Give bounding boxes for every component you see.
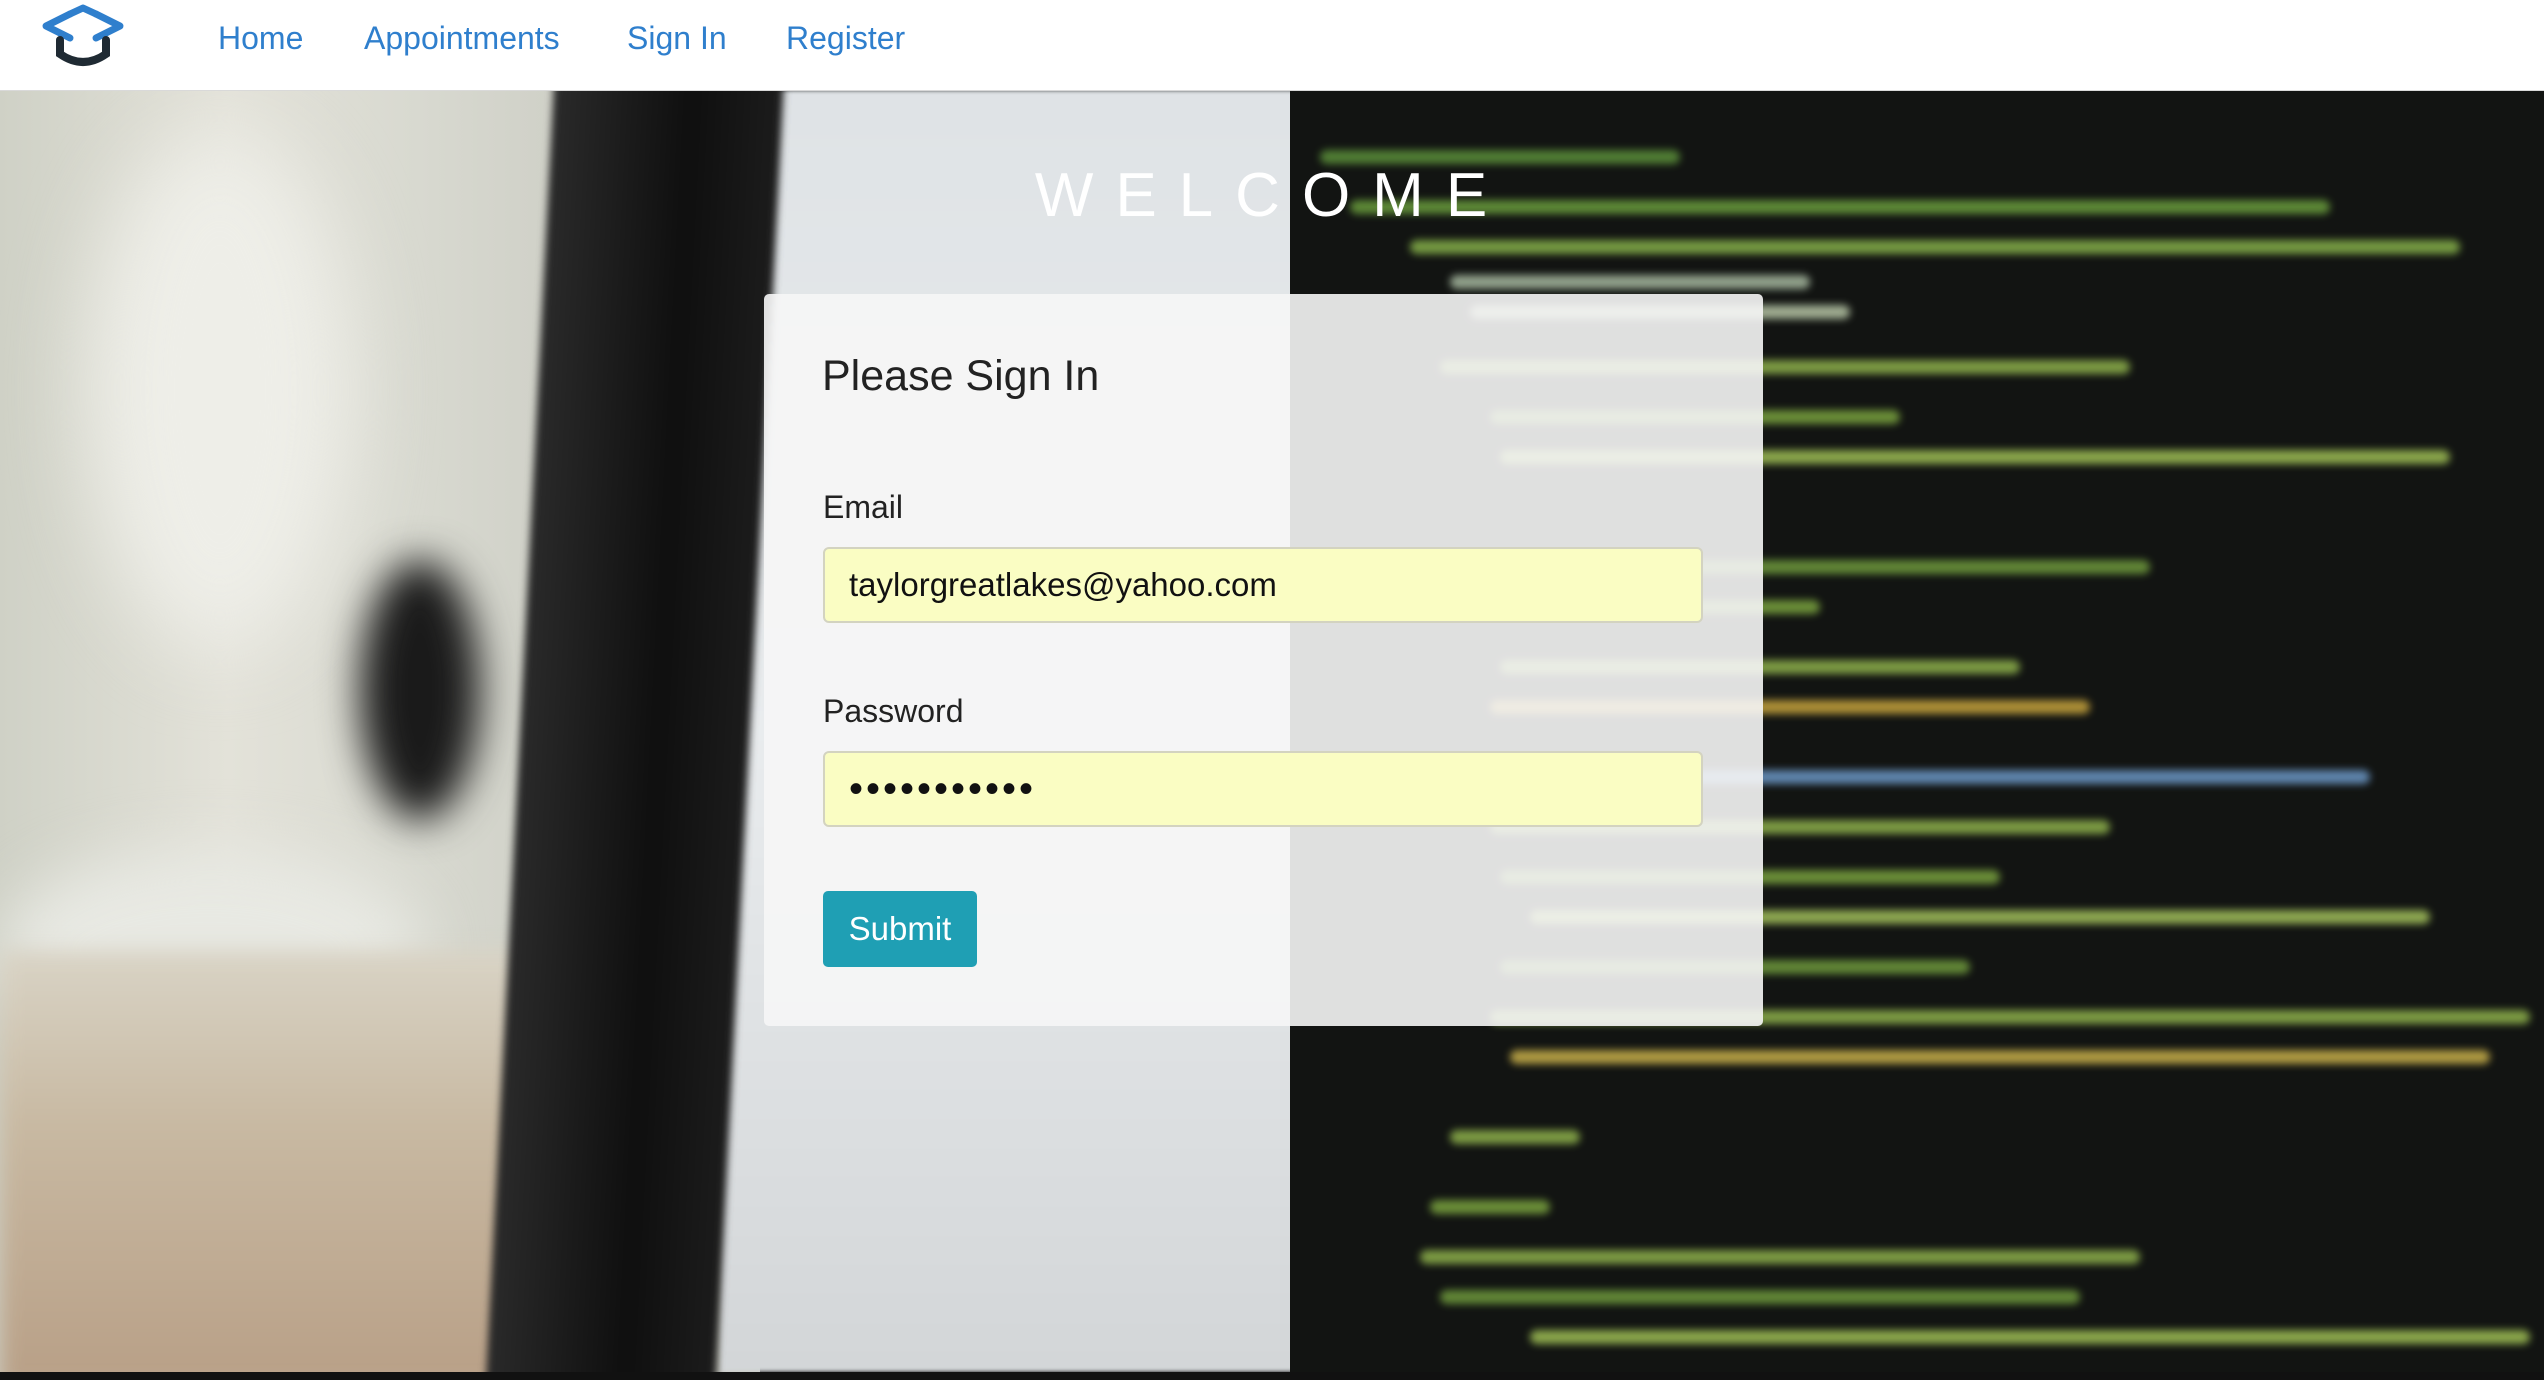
bottom-edge (0, 1372, 2544, 1380)
navbar: Home Appointments Sign In Register (0, 0, 2544, 91)
nav-link-appointments[interactable]: Appointments (364, 18, 560, 58)
email-label: Email (823, 489, 904, 525)
code-line (1510, 1050, 2490, 1064)
code-line (1440, 1290, 2080, 1304)
nav-link-register[interactable]: Register (786, 18, 905, 58)
code-line (1430, 1200, 1550, 1214)
signin-title: Please Sign In (822, 352, 1100, 400)
submit-button[interactable]: Submit (823, 891, 977, 967)
email-field[interactable] (823, 547, 1703, 623)
background-blur-shape (360, 560, 480, 820)
code-line (1410, 240, 2460, 254)
code-line (1530, 1330, 2530, 1344)
background-table (0, 950, 540, 1372)
code-line (1450, 1130, 1580, 1144)
password-field[interactable] (823, 751, 1703, 827)
code-line (1450, 275, 1810, 289)
password-label: Password (823, 693, 964, 729)
nav-link-sign-in[interactable]: Sign In (627, 18, 727, 58)
graduation-cap-code-icon[interactable] (40, 4, 132, 68)
welcome-heading: WELCOME (1034, 161, 1510, 230)
code-line (1420, 1250, 2140, 1264)
signin-card: Please Sign In Email Password Submit (764, 294, 1763, 1026)
nav-link-home[interactable]: Home (218, 18, 303, 58)
